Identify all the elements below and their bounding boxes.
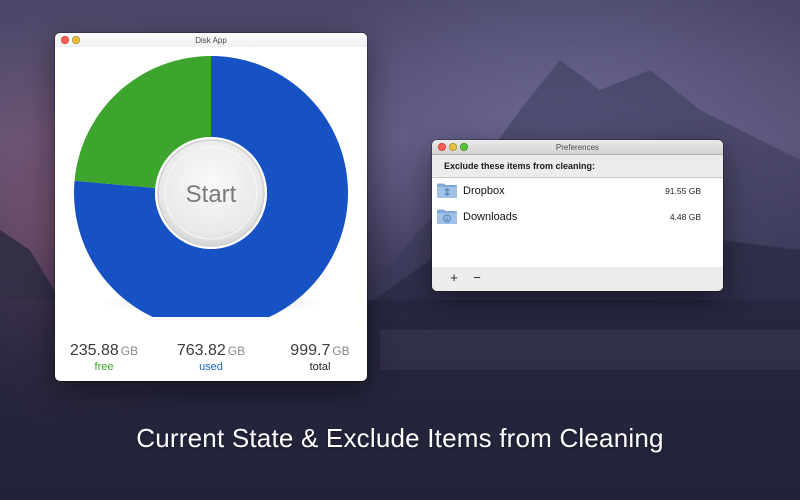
item-size: 4.48 GB bbox=[669, 212, 701, 222]
used-value: 763.82 bbox=[176, 342, 226, 359]
window-controls bbox=[438, 143, 468, 151]
window-title: Preferences bbox=[555, 142, 600, 152]
downloads-folder-icon bbox=[437, 209, 457, 224]
item-size: 91.55 GB bbox=[665, 186, 701, 196]
free-label: free bbox=[94, 361, 114, 373]
promo-caption: Current State & Exclude Items from Clean… bbox=[136, 423, 664, 453]
preferences-window: Preferences Exclude these items from cle… bbox=[432, 140, 723, 291]
used-label: used bbox=[199, 361, 223, 373]
used-stat: 763.82 GB used bbox=[165, 342, 257, 373]
free-stat: 235.88 GB free bbox=[59, 342, 149, 373]
disk-app-window: Disk App Start 235.88 GB free 763.82 GB … bbox=[55, 33, 367, 381]
start-button-label: Start bbox=[186, 181, 237, 208]
remove-item-button[interactable]: − bbox=[469, 270, 485, 286]
free-value: 235.88 bbox=[69, 342, 119, 359]
dropbox-folder-icon bbox=[437, 183, 457, 198]
list-item[interactable]: Dropbox 91.55 GB bbox=[432, 178, 723, 204]
close-button[interactable] bbox=[61, 36, 69, 44]
close-button[interactable] bbox=[438, 143, 446, 151]
excluded-items-list: Dropbox 91.55 GB Downloads 4.48 GB bbox=[432, 177, 723, 268]
list-item[interactable]: Downloads 4.48 GB bbox=[432, 204, 723, 230]
exclude-heading: Exclude these items from cleaning: bbox=[432, 155, 723, 177]
used-unit: GB bbox=[227, 344, 246, 358]
total-label: total bbox=[309, 361, 331, 373]
preferences-titlebar[interactable]: Preferences bbox=[432, 140, 723, 155]
add-item-button[interactable]: + bbox=[446, 270, 462, 286]
total-unit: GB bbox=[332, 344, 350, 358]
list-footer-toolbar: + − bbox=[432, 267, 723, 291]
total-value: 999.7 bbox=[290, 342, 331, 359]
minimize-button[interactable] bbox=[449, 143, 457, 151]
total-stat: 999.7 GB total bbox=[273, 342, 367, 373]
start-button[interactable]: Start bbox=[157, 139, 265, 247]
free-unit: GB bbox=[120, 344, 139, 358]
item-name: Downloads bbox=[463, 211, 518, 223]
item-name: Dropbox bbox=[463, 185, 505, 197]
zoom-button[interactable] bbox=[460, 143, 468, 151]
disk-usage-donut: Start bbox=[74, 56, 348, 317]
